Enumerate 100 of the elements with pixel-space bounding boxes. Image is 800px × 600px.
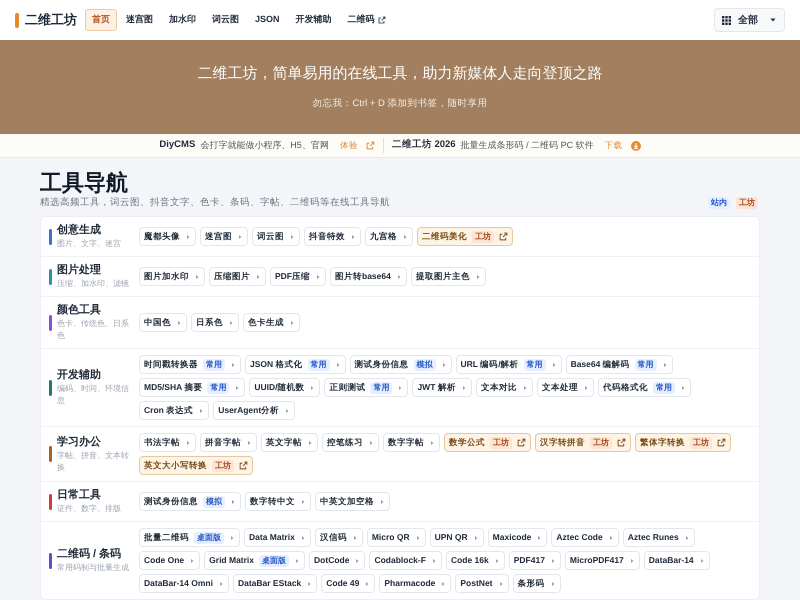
tool-button[interactable]: 迷宫图 bbox=[200, 227, 248, 246]
tool-label: 中英文加空格 bbox=[320, 495, 374, 508]
tool-button[interactable]: 控笔练习 bbox=[322, 433, 379, 452]
nav-link[interactable]: 词云图 bbox=[205, 9, 246, 31]
chevron-right-icon bbox=[472, 534, 479, 541]
tool-button[interactable]: 提取图片主色 bbox=[410, 267, 486, 286]
tool-button[interactable]: URL 编码/解析 常用 bbox=[456, 355, 562, 374]
tool-button[interactable]: UPN QR bbox=[430, 528, 484, 548]
tool-button[interactable]: 中英文加空格 bbox=[315, 492, 390, 512]
nav-link[interactable]: 首页 bbox=[85, 9, 117, 31]
tool-button[interactable]: UserAgent分析 bbox=[213, 401, 296, 420]
tool-button[interactable]: 汉信码 bbox=[314, 528, 363, 548]
grid-icon bbox=[722, 16, 731, 24]
tool-button[interactable]: Aztec Code bbox=[551, 528, 619, 548]
chevron-right-icon bbox=[229, 534, 235, 541]
tool-button[interactable]: 测试身份信息 模拟 bbox=[350, 355, 452, 374]
tool-label: JSON 格式化 bbox=[250, 358, 303, 372]
tool-badge: 工坊 bbox=[690, 436, 712, 449]
tool-button[interactable]: DataBar-14 bbox=[644, 551, 710, 570]
legend-badge: 站内 bbox=[708, 197, 730, 210]
tool-button[interactable]: PDF压缩 bbox=[270, 267, 326, 286]
tool-button[interactable]: UUID/随机数 bbox=[249, 378, 320, 398]
tool-button[interactable]: Cron 表达式 bbox=[139, 401, 210, 420]
tool-button[interactable]: 繁体字转换 工坊 bbox=[635, 433, 731, 452]
tool-button[interactable]: Code One bbox=[139, 551, 200, 570]
tool-button[interactable]: 批量二维码 桌面版 bbox=[139, 528, 240, 548]
tool-label: Aztec Code bbox=[556, 531, 603, 544]
chevron-right-icon bbox=[176, 320, 182, 326]
tool-button[interactable]: Code 16k bbox=[446, 551, 505, 570]
tool-label: Base64 编解码 bbox=[570, 358, 630, 372]
tool-button[interactable]: JWT 解析 bbox=[412, 378, 472, 398]
tool-button[interactable]: PDF417 bbox=[508, 551, 561, 570]
tool-button[interactable]: 数学公式 工坊 bbox=[444, 433, 531, 452]
tool-button[interactable]: MicroPDF417 bbox=[564, 551, 640, 570]
tool-button[interactable]: 图片转base64 bbox=[330, 267, 407, 286]
chevron-right-icon bbox=[430, 558, 437, 564]
nav-link[interactable]: 迷宫图 bbox=[119, 9, 160, 31]
chevron-right-icon bbox=[684, 534, 690, 541]
tool-button[interactable]: Maxicode bbox=[488, 528, 548, 548]
tool-button[interactable]: Grid Matrix 桌面版 bbox=[204, 551, 306, 570]
tool-button[interactable]: 数字字帖 bbox=[383, 433, 440, 452]
tool-button[interactable]: JSON 格式化 常用 bbox=[245, 355, 346, 374]
tool-button[interactable]: Base64 编解码 常用 bbox=[566, 355, 673, 374]
tool-button[interactable]: Micro QR bbox=[366, 528, 426, 548]
chevron-right-icon bbox=[185, 440, 191, 446]
nav-link[interactable]: JSON bbox=[248, 9, 287, 31]
tool-button[interactable]: 压缩图片 bbox=[209, 267, 266, 286]
tool-button[interactable]: 英文大小写转换 工坊 bbox=[139, 456, 253, 476]
tool-badge: 常用 bbox=[634, 358, 657, 371]
tool-button[interactable]: 图片加水印 bbox=[139, 267, 205, 286]
tool-label: UserAgent分析 bbox=[218, 404, 280, 418]
chevron-right-icon bbox=[189, 558, 196, 564]
chevron-right-icon bbox=[498, 580, 504, 587]
tool-badge: 桌面版 bbox=[194, 532, 224, 544]
tool-button[interactable]: 文本对比 bbox=[476, 378, 533, 398]
tool-label: DataBar-14 Omni bbox=[144, 577, 213, 590]
tool-label: UUID/随机数 bbox=[254, 381, 304, 394]
tool-button[interactable]: Code 49 bbox=[321, 574, 376, 594]
tool-button[interactable]: 色卡生成 bbox=[243, 313, 300, 332]
tool-label: DataBar EStack bbox=[238, 577, 302, 590]
tool-button[interactable]: 词云图 bbox=[252, 227, 300, 246]
chevron-right-icon bbox=[309, 384, 316, 391]
chevron-right-icon bbox=[307, 440, 313, 446]
tool-button[interactable]: 日系色 bbox=[191, 313, 239, 332]
tool-button[interactable]: 魔都头像 bbox=[139, 227, 196, 246]
tool-label: Code 16k bbox=[450, 554, 489, 568]
tool-button[interactable]: Data Matrix bbox=[244, 528, 311, 548]
tool-label: 条形码 bbox=[518, 577, 545, 590]
chevron-right-icon bbox=[550, 362, 557, 368]
tool-button[interactable]: 测试身份信息 模拟 bbox=[139, 492, 241, 512]
tool-badge: 常用 bbox=[524, 358, 546, 371]
tool-button[interactable]: Codablock-F bbox=[369, 551, 442, 570]
tool-button[interactable]: 二维码美化 工坊 bbox=[417, 227, 513, 246]
tool-button[interactable]: Aztec Runes bbox=[622, 528, 695, 548]
tool-button[interactable]: 条形码 bbox=[512, 574, 561, 594]
tool-button[interactable]: 汉字转拼音 工坊 bbox=[535, 433, 631, 452]
tool-button[interactable]: DataBar EStack bbox=[232, 574, 318, 594]
tool-button[interactable]: 中国色 bbox=[139, 313, 187, 332]
external-link-icon bbox=[239, 461, 248, 470]
tool-button[interactable]: 抖音特效 bbox=[304, 227, 361, 246]
tool-button[interactable]: 数字转中文 bbox=[245, 492, 311, 512]
tool-button[interactable]: 正则测试 常用 bbox=[324, 378, 408, 398]
tool-button[interactable]: 时间戳转换器 常用 bbox=[139, 355, 241, 374]
tool-button[interactable]: 书法字帖 bbox=[139, 433, 196, 452]
tool-button[interactable]: 拼音字帖 bbox=[200, 433, 257, 452]
tool-button[interactable]: PostNet bbox=[455, 574, 509, 594]
nav-link[interactable]: 二维码 bbox=[340, 9, 393, 31]
section-subtitle: 压缩、加水印、滤镜 bbox=[57, 278, 129, 290]
tool-button[interactable]: 英文字帖 bbox=[261, 433, 318, 452]
tool-button[interactable]: DataBar-14 Omni bbox=[139, 574, 229, 594]
nav-link[interactable]: 加水印 bbox=[162, 9, 203, 31]
tool-button[interactable]: 代码格式化 常用 bbox=[598, 378, 691, 398]
tool-button[interactable]: DotCode bbox=[309, 551, 366, 570]
nav-link[interactable]: 开发辅助 bbox=[288, 9, 339, 31]
tool-button[interactable]: 九宫格 bbox=[365, 227, 413, 246]
page-title: 工具导航 bbox=[40, 170, 129, 196]
tool-button[interactable]: Pharmacode bbox=[379, 574, 452, 594]
tool-button[interactable]: MD5/SHA 摘要 常用 bbox=[139, 378, 246, 398]
tool-button[interactable]: 文本处理 bbox=[536, 378, 594, 398]
all-menu-button[interactable]: 全部 bbox=[714, 8, 785, 32]
